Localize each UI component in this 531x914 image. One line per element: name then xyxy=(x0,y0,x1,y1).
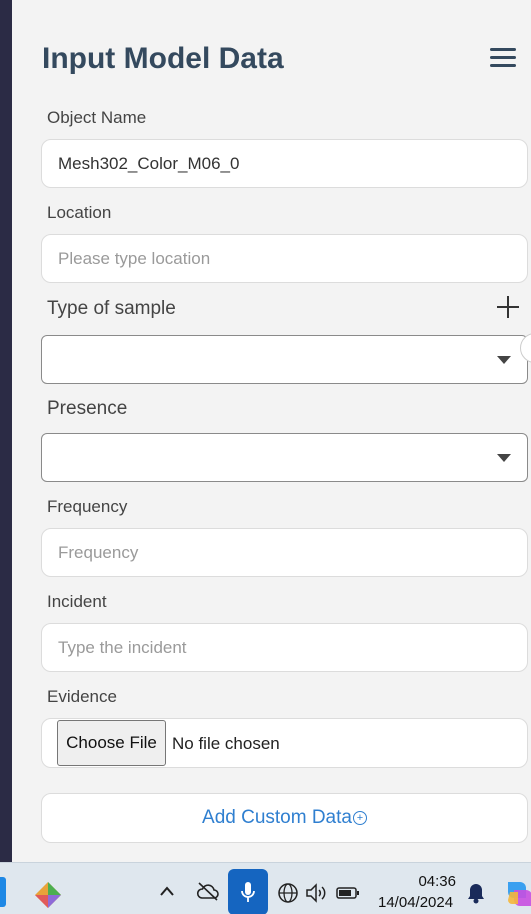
windows-taskbar: 04:36 14/04/2024 xyxy=(0,862,531,914)
object-name-input[interactable] xyxy=(42,140,527,187)
frequency-label: Frequency xyxy=(47,497,128,516)
page-title: Input Model Data xyxy=(42,42,284,75)
battery-icon[interactable] xyxy=(336,885,360,901)
left-window-edge xyxy=(0,0,12,862)
chevron-down-icon xyxy=(497,356,511,364)
add-custom-data-button[interactable]: Add Custom Data + xyxy=(41,793,528,843)
notification-bell-icon[interactable] xyxy=(466,882,486,904)
object-name-field[interactable] xyxy=(41,139,528,188)
app-diamond-icon[interactable] xyxy=(33,880,63,910)
presence-label: Presence xyxy=(47,398,128,419)
location-input[interactable] xyxy=(42,235,527,282)
microphone-icon xyxy=(241,882,255,902)
pinned-app-edge-icon[interactable] xyxy=(0,877,6,907)
clock-date[interactable]: 14/04/2024 xyxy=(378,894,453,911)
chevron-up-icon[interactable] xyxy=(160,886,174,896)
add-sample-type-icon[interactable] xyxy=(497,296,519,318)
hamburger-menu-icon[interactable] xyxy=(490,48,516,70)
evidence-file-input[interactable]: Choose File No file chosen xyxy=(41,718,528,768)
choose-file-button[interactable]: Choose File xyxy=(57,720,166,766)
location-label: Location xyxy=(47,203,112,222)
clock-time[interactable]: 04:36 xyxy=(418,873,456,890)
add-custom-data-label: Add Custom Data xyxy=(202,807,352,828)
frequency-input[interactable] xyxy=(42,529,527,576)
type-of-sample-label: Type of sample xyxy=(47,298,176,319)
incident-label: Incident xyxy=(47,592,107,611)
chevron-down-icon xyxy=(497,454,511,462)
incident-field[interactable] xyxy=(41,623,528,672)
input-model-panel: Input Model Data Object Name Location Ty… xyxy=(12,0,531,862)
frequency-field[interactable] xyxy=(41,528,528,577)
network-globe-icon[interactable] xyxy=(277,882,299,904)
incident-input[interactable] xyxy=(42,624,527,671)
copilot-icon[interactable] xyxy=(502,878,531,910)
speaker-volume-icon[interactable] xyxy=(305,882,329,904)
type-of-sample-select[interactable] xyxy=(41,335,528,384)
location-field[interactable] xyxy=(41,234,528,283)
object-name-label: Object Name xyxy=(47,108,147,127)
presence-select[interactable] xyxy=(41,433,528,482)
plus-circle-icon: + xyxy=(352,810,367,825)
evidence-label: Evidence xyxy=(47,687,117,706)
file-status-text: No file chosen xyxy=(172,734,280,753)
cloud-offline-icon[interactable] xyxy=(196,881,220,901)
microphone-button[interactable] xyxy=(228,869,268,914)
